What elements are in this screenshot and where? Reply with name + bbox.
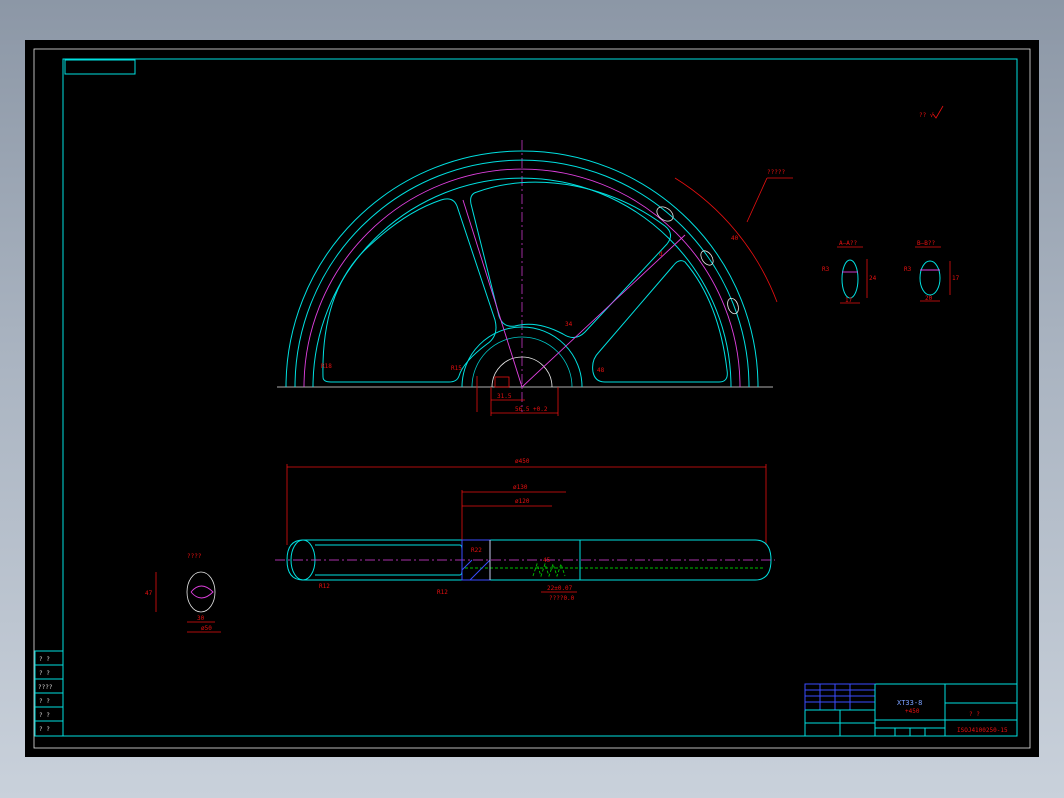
teeth — [532, 562, 566, 578]
hatch-2 — [469, 559, 491, 581]
rim-section-view: ø450 ø130 ø120 R22 R12 R12 45 22±0.07 ??… — [275, 458, 775, 602]
scale-label: ? ? — [969, 711, 980, 718]
dim-r2: R15 — [451, 365, 462, 372]
outer-border — [33, 48, 1031, 749]
detail-fill — [190, 585, 214, 599]
spoke-line-1 — [462, 199, 523, 388]
wheel-half-view — [277, 140, 773, 412]
dim-r1: R18 — [321, 363, 332, 370]
left-strip: ? ? ? ? ???? ? ? ? ? ? ? — [34, 650, 64, 737]
rim-n3: ????0.0 — [549, 595, 575, 602]
section-b: B—B?? 17 20 R3 — [904, 240, 960, 302]
part-sub: +450 — [905, 708, 920, 715]
detail-w: 30 — [197, 615, 205, 622]
revision-grid — [804, 683, 876, 711]
roughness-icon — [932, 105, 944, 119]
dim-k2: 40 — [731, 235, 739, 242]
section-b-h: 17 — [952, 275, 960, 282]
window-right — [592, 260, 728, 383]
roughness-label: ?? √ — [919, 112, 934, 119]
section-b-title: B—B?? — [917, 240, 935, 247]
window-middle — [470, 181, 671, 338]
detail-h: 47 — [145, 590, 153, 597]
top-left-tag — [64, 59, 136, 75]
dim-k4: 48 — [597, 367, 605, 374]
strip-6: ? ? — [39, 726, 50, 733]
wheel-dimensions: ????? R18 R15 d 40 34 48 31.5 56.5 +0.2 — [321, 169, 793, 416]
strip-3: ???? — [38, 684, 53, 691]
section-b-r: R3 — [904, 266, 912, 273]
strip-2: ? ? — [39, 670, 50, 677]
rim-r1: R22 — [471, 547, 482, 554]
dim-top-label: ????? — [767, 169, 785, 176]
detail-title: ???? — [187, 553, 202, 560]
hatch-1 — [461, 559, 473, 571]
rim-n2: 22±0.07 — [547, 585, 573, 592]
mid-dim: ø130 — [513, 484, 528, 491]
rim-r2: R12 — [319, 583, 330, 590]
overall-dim: ø450 — [515, 458, 530, 465]
hub-dim-sub: +0.2 — [533, 406, 548, 413]
dim-arc-top — [674, 177, 778, 303]
section-a: A—A?? 24 17 R3 — [822, 240, 877, 304]
section-a-h: 24 — [869, 275, 877, 282]
section-a-title: A—A?? — [839, 240, 857, 247]
strip-1: ? ? — [39, 656, 50, 663]
detail-view: ???? 47 30 ø50 — [145, 553, 221, 633]
rim-n1: 45 — [543, 557, 551, 564]
hub-dim-2: 56.5 — [515, 406, 530, 413]
drawing-number: ISOJ4100250-15 — [957, 727, 1008, 734]
keyway — [494, 376, 510, 388]
section-a-w: 17 — [845, 297, 853, 304]
section-a-shape — [841, 259, 859, 299]
inner-dim: ø120 — [515, 498, 530, 505]
leader-top — [746, 177, 768, 223]
section-b-shape — [919, 260, 941, 296]
part-number: XT33-8 — [897, 699, 922, 707]
rim-hole-3 — [727, 297, 739, 315]
title-block: XT33-8 +450 ? ? ISOJ4100250-15 — [804, 683, 1018, 737]
section-a-r: R3 — [822, 266, 830, 273]
hub-dim-1: 31.5 — [497, 393, 512, 400]
drawing-sheet: ?? √ ????? R18 R15 d 40 34 48 31.5 56.5 … — [25, 40, 1039, 757]
rim-r3: R12 — [437, 589, 448, 596]
strip-4: ? ? — [39, 698, 50, 705]
detail-d: ø50 — [201, 625, 212, 632]
section-b-w: 20 — [925, 295, 933, 302]
dim-k1: d — [659, 251, 663, 258]
dim-k3: 34 — [565, 321, 573, 328]
strip-5: ? ? — [39, 712, 50, 719]
